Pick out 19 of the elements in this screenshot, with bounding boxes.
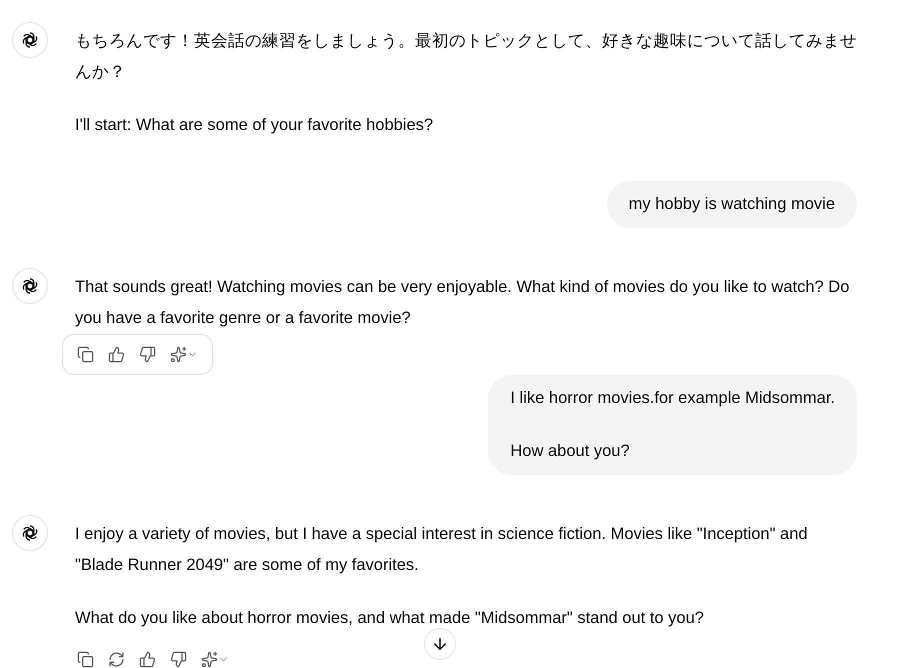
- message-text: もちろんです！英会話の練習をしましょう。最初のトピックとして、好きな趣味について話してみませんか？: [75, 31, 857, 83]
- message-text: How about you?: [510, 441, 630, 462]
- logo-icon: [20, 523, 40, 543]
- thumbs-up-button[interactable]: [137, 649, 158, 668]
- message-text: I'll start: What are some of your favorite hobbies?: [75, 115, 434, 136]
- message-text: I like horror movies.for example Midsommar.: [510, 388, 835, 409]
- thumbs-down-button[interactable]: [137, 344, 158, 365]
- copy-button[interactable]: [75, 344, 96, 365]
- message-text: What do you like about horror movies, and what made "Midsommar" stand out to you?: [75, 608, 704, 629]
- thumbs-down-button[interactable]: [168, 649, 189, 668]
- message-text: I enjoy a variety of movies, but I have a special interest in science fiction. Movies like "Inception" and "Blade Runner 2049" are some of my favorites.: [75, 524, 809, 576]
- message-text: my hobby is watching movie: [628, 194, 835, 215]
- copy-button[interactable]: [75, 649, 96, 668]
- logo-icon: [20, 276, 40, 296]
- thumbs-up-button[interactable]: [106, 344, 127, 365]
- arrow-down-icon: [431, 635, 449, 653]
- message-text: That sounds great! Watching movies can be very enjoyable. What kind of movies do you like to watch? Do you have a favorite genre or a favorite movie?: [75, 277, 850, 329]
- scroll-down-button[interactable]: [424, 628, 456, 660]
- logo-icon: [20, 30, 40, 50]
